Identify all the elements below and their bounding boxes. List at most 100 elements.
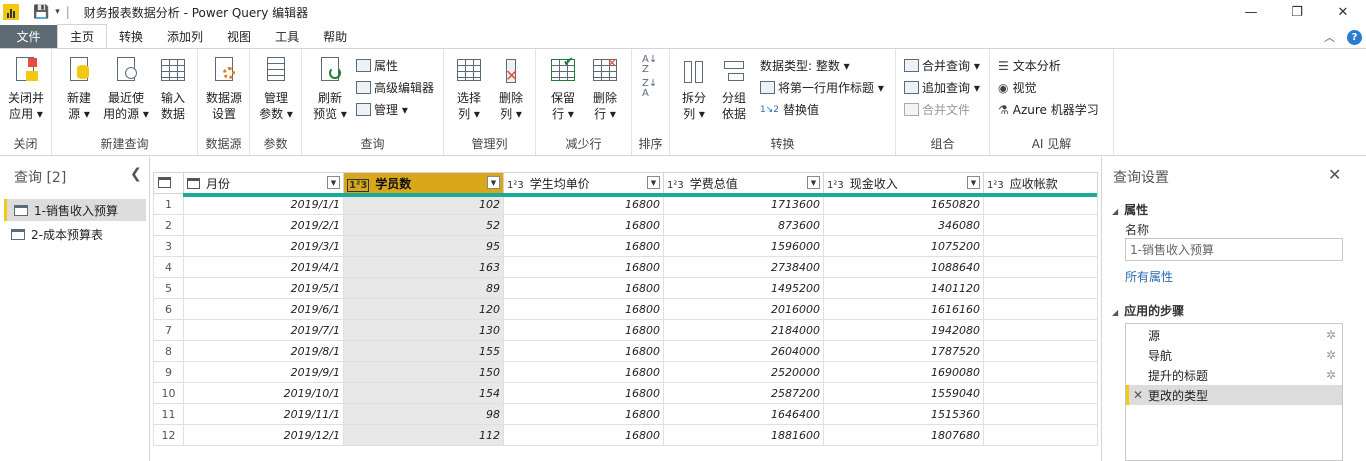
table-cell[interactable]: 2019/7/1 xyxy=(183,319,344,341)
table-cell[interactable]: 1075200 xyxy=(823,235,984,257)
table-cell[interactable] xyxy=(983,424,1098,446)
table-cell[interactable]: 16800 xyxy=(503,340,664,362)
replace-values-button[interactable]: 1↘2 替换值 xyxy=(760,101,819,118)
table-menu-button[interactable] xyxy=(153,172,184,194)
tab-add-column[interactable]: 添加列 xyxy=(155,25,215,48)
table-cell[interactable]: 52 xyxy=(343,214,504,236)
table-cell[interactable]: 163 xyxy=(343,256,504,278)
restore-button[interactable]: ❐ xyxy=(1274,0,1320,24)
properties-button[interactable]: 属性 xyxy=(356,57,398,74)
table-cell[interactable]: 154 xyxy=(343,382,504,404)
table-cell[interactable]: 2019/11/1 xyxy=(183,403,344,425)
remove-rows-button[interactable]: ✕ 删除 行 ▾ xyxy=(586,55,624,122)
table-cell[interactable]: 1942080 xyxy=(823,319,984,341)
table-cell[interactable] xyxy=(983,361,1098,383)
query-name-input[interactable] xyxy=(1125,238,1343,261)
table-cell[interactable]: 2184000 xyxy=(663,319,824,341)
tab-home[interactable]: 主页 xyxy=(57,24,108,48)
combine-files-button[interactable]: 合并文件 xyxy=(904,101,970,118)
table-cell[interactable]: 2019/3/1 xyxy=(183,235,344,257)
table-cell[interactable]: 2604000 xyxy=(663,340,824,362)
table-cell[interactable]: 2738400 xyxy=(663,256,824,278)
tab-help[interactable]: 帮助 xyxy=(311,25,359,48)
quick-access-dropdown-icon[interactable]: ▾ xyxy=(55,7,60,17)
keep-rows-button[interactable]: ✔ 保留 行 ▾ xyxy=(544,55,582,122)
merge-queries-button[interactable]: 合并查询 ▾ xyxy=(904,57,980,74)
table-cell[interactable]: 2019/8/1 xyxy=(183,340,344,362)
table-cell[interactable]: 2587200 xyxy=(663,382,824,404)
step-source[interactable]: 源 ✲ xyxy=(1126,325,1342,345)
table-cell[interactable]: 95 xyxy=(343,235,504,257)
table-cell[interactable]: 2019/5/1 xyxy=(183,277,344,299)
step-settings-gear-icon[interactable]: ✲ xyxy=(1326,328,1336,342)
column-filter-dropdown-icon[interactable]: ▼ xyxy=(647,176,660,189)
table-cell[interactable]: 346080 xyxy=(823,214,984,236)
tab-tools[interactable]: 工具 xyxy=(263,25,311,48)
delete-step-icon[interactable]: ✕ xyxy=(1133,388,1143,402)
table-cell[interactable]: 1881600 xyxy=(663,424,824,446)
table-cell[interactable]: 16800 xyxy=(503,277,664,299)
table-cell[interactable]: 2520000 xyxy=(663,361,824,383)
table-cell[interactable]: 873600 xyxy=(663,214,824,236)
table-cell[interactable]: 16800 xyxy=(503,214,664,236)
manage-query-button[interactable]: 管理 ▾ xyxy=(356,101,408,118)
collapse-ribbon-icon[interactable]: ︿ xyxy=(1324,29,1335,45)
table-cell[interactable]: 2019/10/1 xyxy=(183,382,344,404)
table-cell[interactable]: 155 xyxy=(343,340,504,362)
collapse-queries-icon[interactable]: ❮ xyxy=(130,166,142,182)
all-properties-link[interactable]: 所有属性 xyxy=(1125,268,1173,285)
tab-transform[interactable]: 转换 xyxy=(107,25,155,48)
step-settings-gear-icon[interactable]: ✲ xyxy=(1326,348,1336,362)
sort-ascending-button[interactable]: A↓ Z xyxy=(642,55,657,75)
table-cell[interactable]: 1559040 xyxy=(823,382,984,404)
table-cell[interactable]: 16800 xyxy=(503,235,664,257)
recent-sources-button[interactable]: 最近使 用的源 ▾ xyxy=(102,55,150,122)
save-icon[interactable]: 💾 xyxy=(33,5,49,20)
table-cell[interactable]: 1596000 xyxy=(663,235,824,257)
table-cell[interactable]: 89 xyxy=(343,277,504,299)
data-source-settings-button[interactable]: 数据源 设置 xyxy=(202,55,246,122)
table-cell[interactable]: 16800 xyxy=(503,319,664,341)
table-cell[interactable]: 1088640 xyxy=(823,256,984,278)
close-window-button[interactable]: ✕ xyxy=(1320,0,1366,24)
column-header-receivables[interactable]: 1²3 应收帐款 xyxy=(983,172,1098,194)
table-cell[interactable]: 16800 xyxy=(503,256,664,278)
table-cell[interactable]: 1515360 xyxy=(823,403,984,425)
column-header-cash-income[interactable]: 1²3 现金收入 ▼ xyxy=(823,172,984,194)
step-promoted-headers[interactable]: 提升的标题 ✲ xyxy=(1126,365,1342,385)
query-item-cost-budget[interactable]: 2-成本预算表 xyxy=(4,223,146,245)
table-cell[interactable] xyxy=(983,277,1098,299)
column-header-tuition-total[interactable]: 1²3 学费总值 ▼ xyxy=(663,172,824,194)
manage-parameters-button[interactable]: 管理 参数 ▾ xyxy=(256,55,296,122)
properties-section[interactable]: ◢ 属性 xyxy=(1112,201,1148,218)
table-cell[interactable] xyxy=(983,256,1098,278)
sort-descending-button[interactable]: Z↓ A xyxy=(642,79,657,99)
column-header-unit-price[interactable]: 1²3 学生均单价 ▼ xyxy=(503,172,664,194)
refresh-preview-button[interactable]: 刷新 预览 ▾ xyxy=(310,55,350,122)
group-by-button[interactable]: 分组 依据 xyxy=(716,55,752,122)
table-cell[interactable]: 16800 xyxy=(503,382,664,404)
column-filter-dropdown-icon[interactable]: ▼ xyxy=(487,176,500,189)
table-cell[interactable]: 1690080 xyxy=(823,361,984,383)
split-column-button[interactable]: 拆分 列 ▾ xyxy=(676,55,712,122)
table-cell[interactable]: 2019/12/1 xyxy=(183,424,344,446)
choose-columns-button[interactable]: 选择 列 ▾ xyxy=(450,55,488,122)
table-cell[interactable]: 1401120 xyxy=(823,277,984,299)
table-cell[interactable]: 2019/6/1 xyxy=(183,298,344,320)
table-cell[interactable] xyxy=(983,298,1098,320)
text-analytics-button[interactable]: ☰ 文本分析 xyxy=(998,57,1061,74)
column-filter-dropdown-icon[interactable]: ▼ xyxy=(807,176,820,189)
table-cell[interactable]: 2019/2/1 xyxy=(183,214,344,236)
table-cell[interactable] xyxy=(983,235,1098,257)
advanced-editor-button[interactable]: 高级编辑器 xyxy=(356,79,434,96)
table-cell[interactable]: 2019/4/1 xyxy=(183,256,344,278)
close-apply-button[interactable]: 关闭并 应用 ▾ xyxy=(4,55,48,122)
table-cell[interactable]: 112 xyxy=(343,424,504,446)
table-cell[interactable] xyxy=(983,382,1098,404)
column-filter-dropdown-icon[interactable]: ▼ xyxy=(327,176,340,189)
table-cell[interactable]: 1616160 xyxy=(823,298,984,320)
table-cell[interactable]: 130 xyxy=(343,319,504,341)
vision-button[interactable]: ◉ 视觉 xyxy=(998,79,1037,96)
close-settings-icon[interactable]: ✕ xyxy=(1328,165,1341,184)
help-icon[interactable]: ? xyxy=(1347,29,1362,45)
